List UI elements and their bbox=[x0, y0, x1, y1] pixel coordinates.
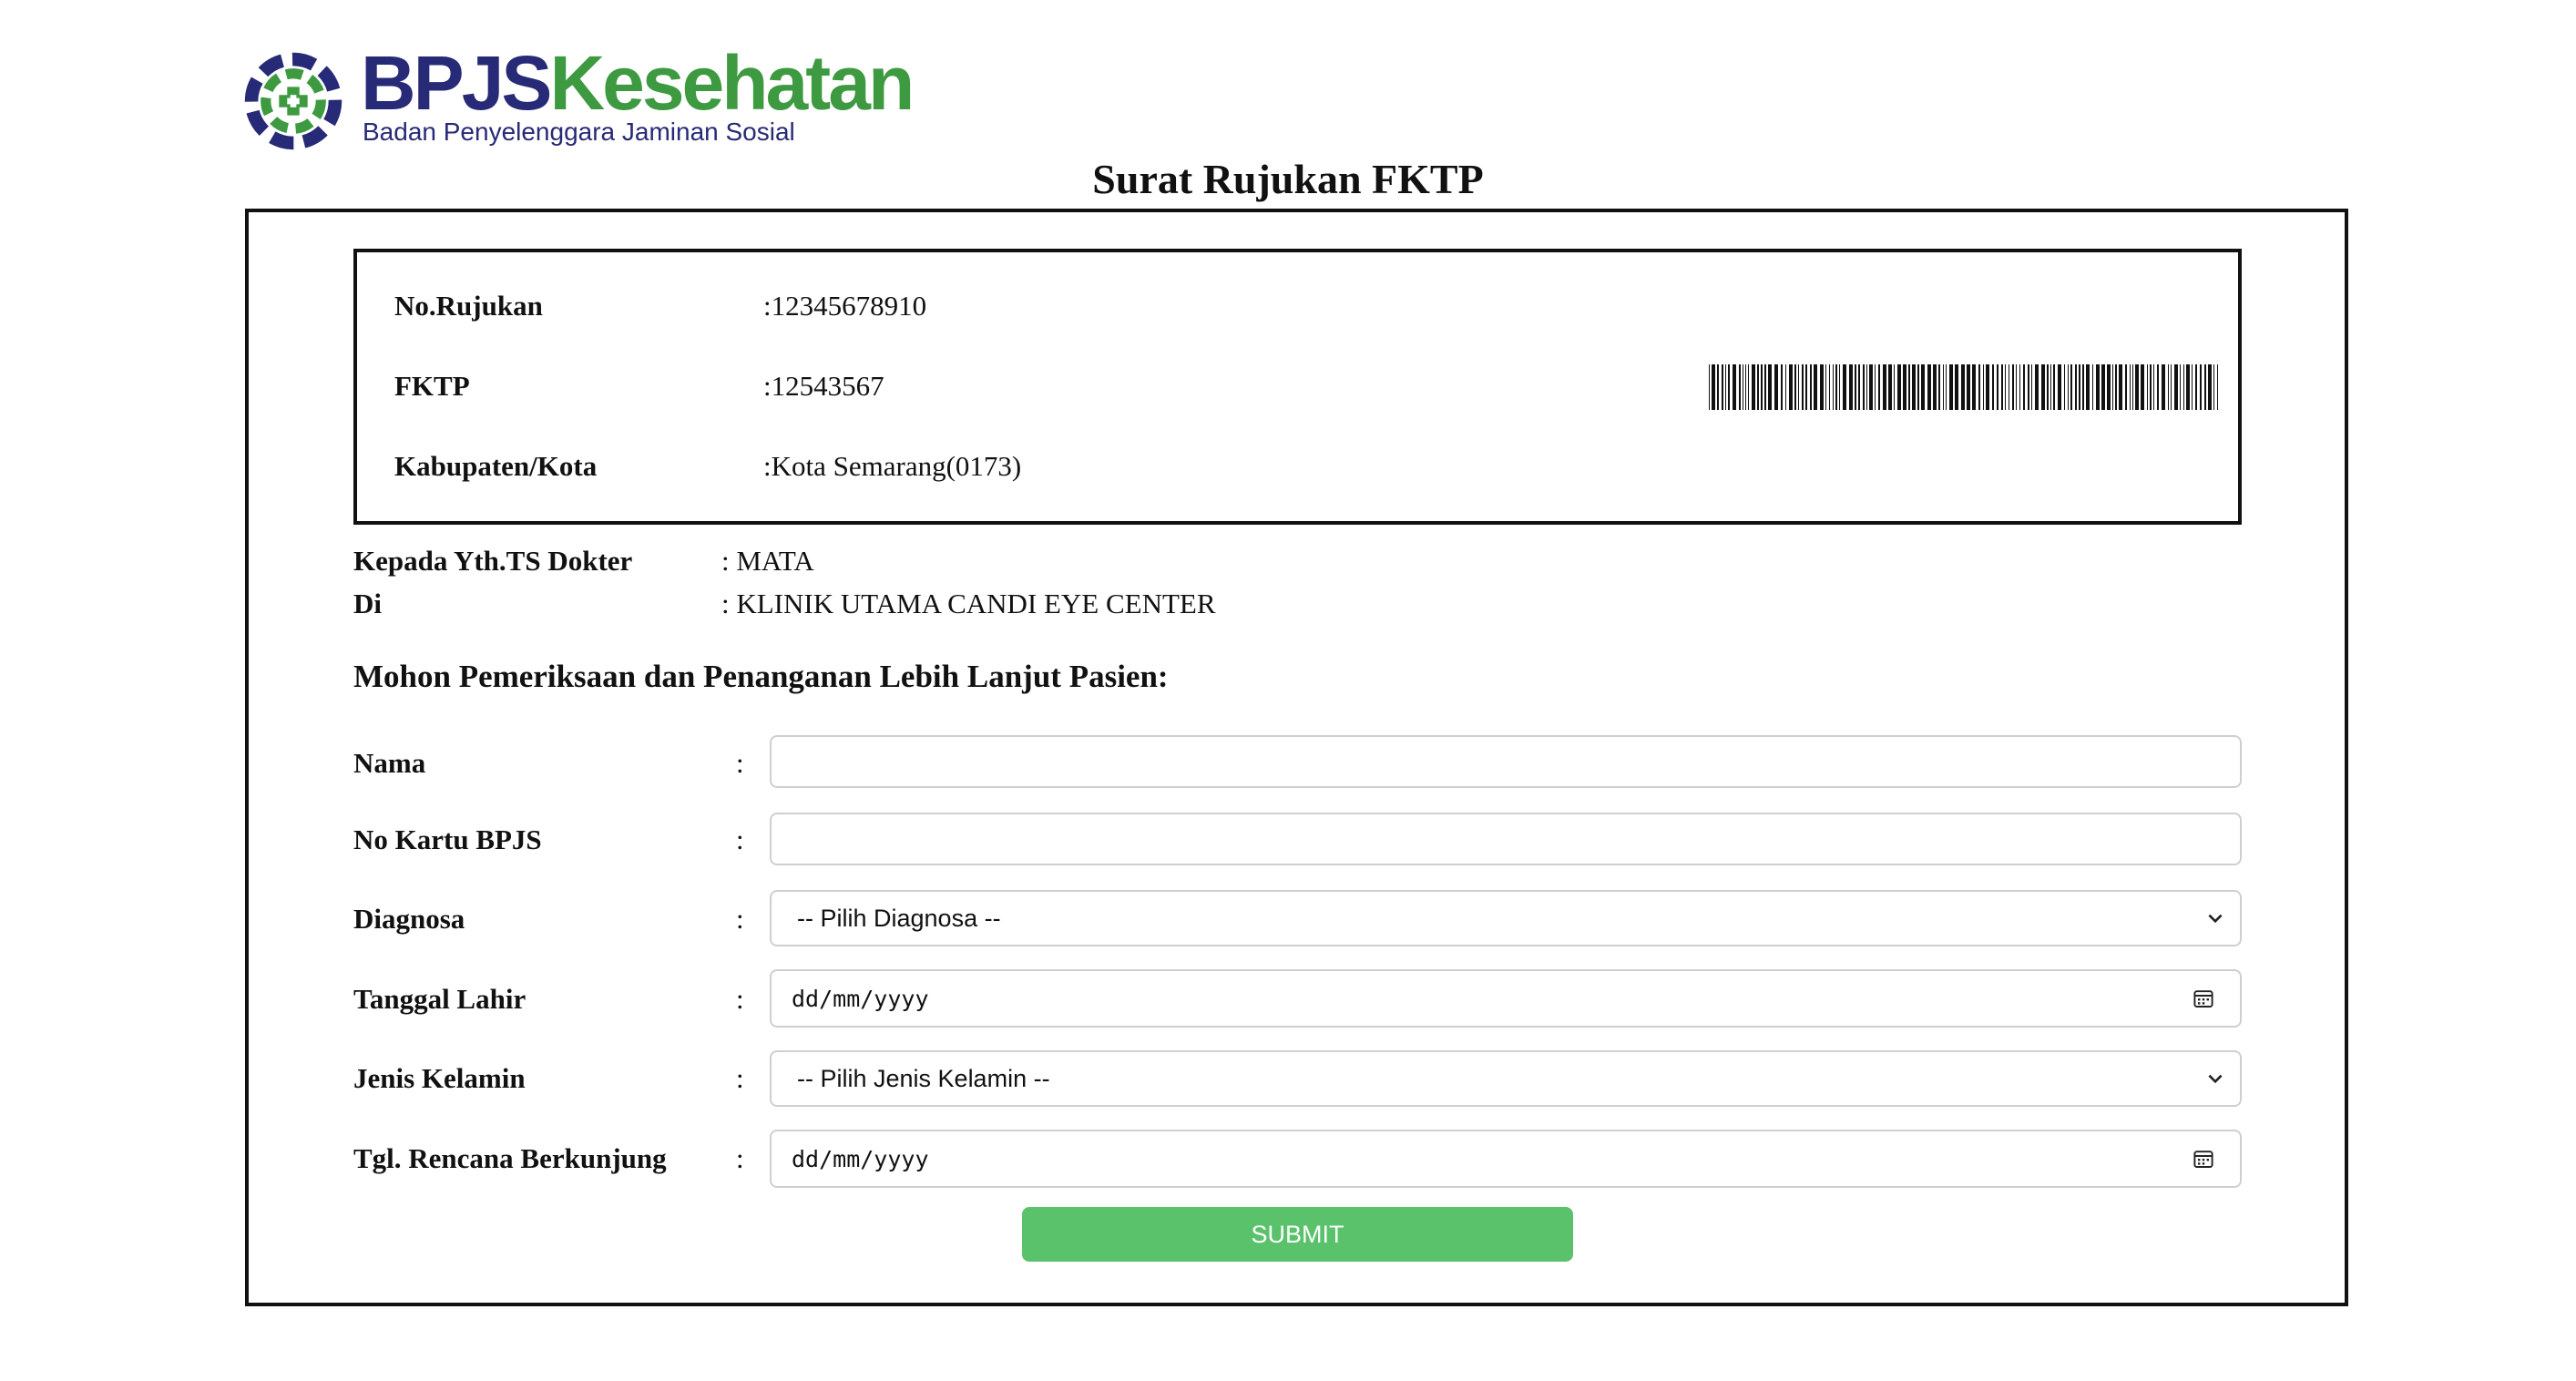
calendar-icon[interactable] bbox=[2193, 1148, 2214, 1170]
no-kartu-colon: : bbox=[736, 823, 744, 855]
no-kartu-label: No Kartu BPJS bbox=[353, 823, 542, 855]
diagnosa-colon: : bbox=[736, 903, 744, 935]
no-rujukan-label: No.Rujukan bbox=[394, 290, 543, 322]
tanggal-lahir-label: Tanggal Lahir bbox=[353, 983, 526, 1015]
jenis-kelamin-selected-value: -- Pilih Jenis Kelamin -- bbox=[797, 1064, 1050, 1092]
place-value: : KLINIK UTAMA CANDI EYE CENTER bbox=[721, 588, 1216, 619]
logo-brand-bpjs: BPJS bbox=[361, 40, 552, 126]
jenis-kelamin-colon: : bbox=[736, 1062, 744, 1094]
fktp-label: FKTP bbox=[394, 370, 470, 402]
jenis-kelamin-select[interactable]: -- Pilih Jenis Kelamin -- bbox=[770, 1050, 2242, 1107]
nama-input[interactable] bbox=[770, 735, 2242, 788]
diagnosa-selected-value: -- Pilih Diagnosa -- bbox=[797, 904, 1001, 932]
logo-brand-kesehatan: Kesehatan bbox=[549, 40, 915, 126]
tgl-rencana-placeholder: dd/mm/yyyy bbox=[792, 1145, 929, 1172]
request-heading: Mohon Pemeriksaan dan Penanganan Lebih L… bbox=[353, 659, 1169, 694]
chevron-down-icon bbox=[2208, 1074, 2223, 1084]
submit-button[interactable]: SUBMIT bbox=[1022, 1207, 1573, 1262]
fktp-value: :12543567 bbox=[763, 370, 884, 402]
diagnosa-select[interactable]: -- Pilih Diagnosa -- bbox=[770, 890, 2242, 946]
bpjs-logo-icon bbox=[244, 52, 342, 150]
nama-colon: : bbox=[736, 747, 744, 779]
doctor-label: Kepada Yth.TS Dokter bbox=[353, 545, 633, 577]
tanggal-lahir-input[interactable]: dd/mm/yyyy bbox=[770, 969, 2242, 1028]
tanggal-lahir-colon: : bbox=[736, 983, 744, 1015]
tgl-rencana-colon: : bbox=[736, 1142, 744, 1174]
place-label: Di bbox=[353, 588, 382, 619]
tgl-rencana-label: Tgl. Rencana Berkunjung bbox=[353, 1142, 667, 1174]
tgl-rencana-input[interactable]: dd/mm/yyyy bbox=[770, 1130, 2242, 1188]
kabupaten-value: :Kota Semarang(0173) bbox=[763, 450, 1022, 482]
logo-brand: BPJSKesehatan bbox=[361, 45, 915, 121]
jenis-kelamin-label: Jenis Kelamin bbox=[353, 1062, 526, 1094]
chevron-down-icon bbox=[2208, 914, 2223, 924]
bpjs-logo: BPJSKesehatan Badan Penyelenggara Jamina… bbox=[242, 45, 915, 152]
diagnosa-label: Diagnosa bbox=[353, 903, 465, 935]
doctor-value: : MATA bbox=[721, 545, 814, 577]
tanggal-lahir-placeholder: dd/mm/yyyy bbox=[792, 985, 929, 1012]
no-kartu-input[interactable] bbox=[770, 813, 2242, 865]
kabupaten-label: Kabupaten/Kota bbox=[394, 450, 598, 482]
logo-subtitle: Badan Penyelenggara Jaminan Sosial bbox=[363, 118, 795, 146]
calendar-icon[interactable] bbox=[2193, 987, 2214, 1009]
nama-label: Nama bbox=[353, 747, 426, 779]
page-title: Surat Rujukan FKTP bbox=[1092, 156, 1484, 202]
no-rujukan-value: :12345678910 bbox=[763, 290, 927, 322]
barcode-icon bbox=[1709, 364, 2218, 410]
